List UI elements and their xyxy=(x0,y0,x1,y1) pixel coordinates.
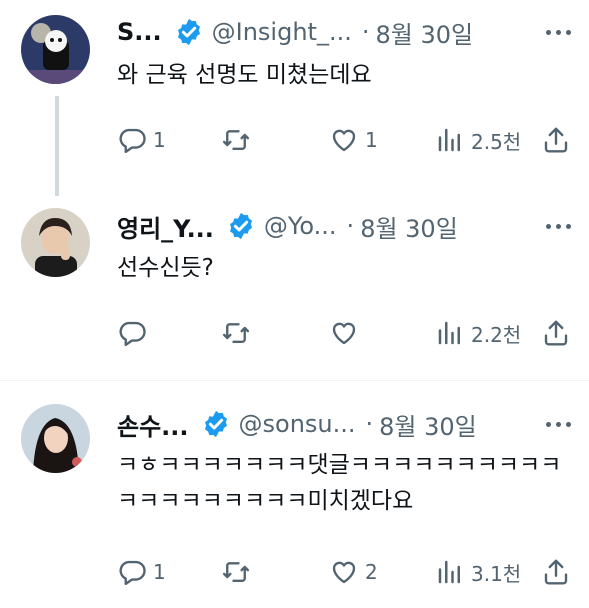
reply-icon xyxy=(119,128,146,154)
action-bar: 1 2 3.1천 xyxy=(117,555,577,589)
tweet-header: 손수... @sonsu... · 8월 30일 xyxy=(117,406,575,442)
verified-badge-icon xyxy=(229,212,252,240)
views-button[interactable]: 2.5천 xyxy=(435,123,521,157)
views-chart-icon xyxy=(438,321,460,345)
avatar[interactable] xyxy=(21,15,90,84)
heart-icon xyxy=(332,322,356,345)
more-icon[interactable] xyxy=(546,29,575,35)
share-icon xyxy=(544,127,568,153)
reply-count: 1 xyxy=(153,560,166,584)
timestamp[interactable]: 8월 30일 xyxy=(375,15,473,50)
views-button[interactable]: 2.2천 xyxy=(435,316,521,350)
share-icon xyxy=(544,559,568,585)
reply-count: 1 xyxy=(153,128,166,152)
view-count: 3.1천 xyxy=(471,561,522,586)
tweet-text: 선수신듯? xyxy=(117,255,214,281)
reply-icon xyxy=(119,321,146,347)
view-count: 2.5천 xyxy=(471,129,522,154)
tweet-2[interactable]: 영리_Y... @Yo... · 8월 30일 선수신듯? 2.2천 xyxy=(0,196,589,379)
verified-badge-icon xyxy=(177,18,200,46)
tweet-header: S... @Insight_... · 8월 30일 xyxy=(117,14,575,50)
verified-badge-icon xyxy=(204,410,227,438)
like-button[interactable]: 1 xyxy=(329,123,378,157)
views-button[interactable]: 3.1천 xyxy=(435,555,521,589)
like-count: 2 xyxy=(365,560,378,584)
reply-button[interactable] xyxy=(117,316,153,350)
more-icon[interactable] xyxy=(546,421,575,427)
retweet-button[interactable] xyxy=(221,123,257,157)
tweet-text: 와 근육 선명도 미쳤는데요 xyxy=(117,62,372,88)
retweet-button[interactable] xyxy=(221,316,257,350)
display-name[interactable]: S... xyxy=(117,18,162,46)
separator-dot: · xyxy=(365,410,374,438)
tweet-header: 영리_Y... @Yo... · 8월 30일 xyxy=(117,208,575,244)
tweet-3[interactable]: 손수... @sonsu... · 8월 30일 ㅋㅎㅋㅋㅋㅋㅋㅋㅋ댓글ㅋㅋㅋㅋ… xyxy=(0,381,589,608)
avatar[interactable] xyxy=(21,404,90,473)
separator-dot: · xyxy=(361,18,370,46)
separator-dot: · xyxy=(346,212,355,240)
reply-button[interactable]: 1 xyxy=(117,555,166,589)
share-button[interactable] xyxy=(541,555,571,589)
timestamp[interactable]: 8월 30일 xyxy=(360,209,458,244)
action-bar: 2.2천 xyxy=(117,316,577,350)
share-button[interactable] xyxy=(541,123,571,157)
retweet-icon xyxy=(222,323,250,343)
like-count: 1 xyxy=(365,128,378,152)
retweet-button[interactable] xyxy=(221,555,257,589)
action-bar: 1 1 2.5천 xyxy=(117,123,577,157)
handle[interactable]: @Insight_... xyxy=(212,18,352,46)
timestamp[interactable]: 8월 30일 xyxy=(379,407,477,442)
more-icon[interactable] xyxy=(546,223,575,229)
tweet-text: ㅋㅎㅋㅋㅋㅋㅋㅋㅋ댓글ㅋㅋㅋㅋㅋㅋㅋㅋㅋㅋㅋㅋㅋㅋㅋㅋㅋㅋㅋ미치겠다요 xyxy=(117,452,562,514)
retweet-icon xyxy=(222,130,250,150)
retweet-icon xyxy=(222,562,250,582)
avatar[interactable] xyxy=(21,208,90,277)
heart-icon xyxy=(332,129,356,152)
share-button[interactable] xyxy=(541,316,571,350)
reply-icon xyxy=(119,560,146,586)
like-button[interactable]: 2 xyxy=(329,555,378,589)
handle[interactable]: @sonsu... xyxy=(239,410,356,438)
display-name[interactable]: 영리_Y... xyxy=(117,209,214,244)
reply-button[interactable]: 1 xyxy=(117,123,166,157)
share-icon xyxy=(544,320,568,346)
display-name[interactable]: 손수... xyxy=(117,407,189,442)
like-button[interactable] xyxy=(329,316,365,350)
tweet-1[interactable]: S... @Insight_... · 8월 30일 와 근육 선명도 미쳤는데… xyxy=(0,0,589,196)
heart-icon xyxy=(332,561,356,584)
views-chart-icon xyxy=(438,560,460,584)
handle[interactable]: @Yo... xyxy=(264,212,337,240)
view-count: 2.2천 xyxy=(471,322,522,347)
views-chart-icon xyxy=(438,128,460,152)
